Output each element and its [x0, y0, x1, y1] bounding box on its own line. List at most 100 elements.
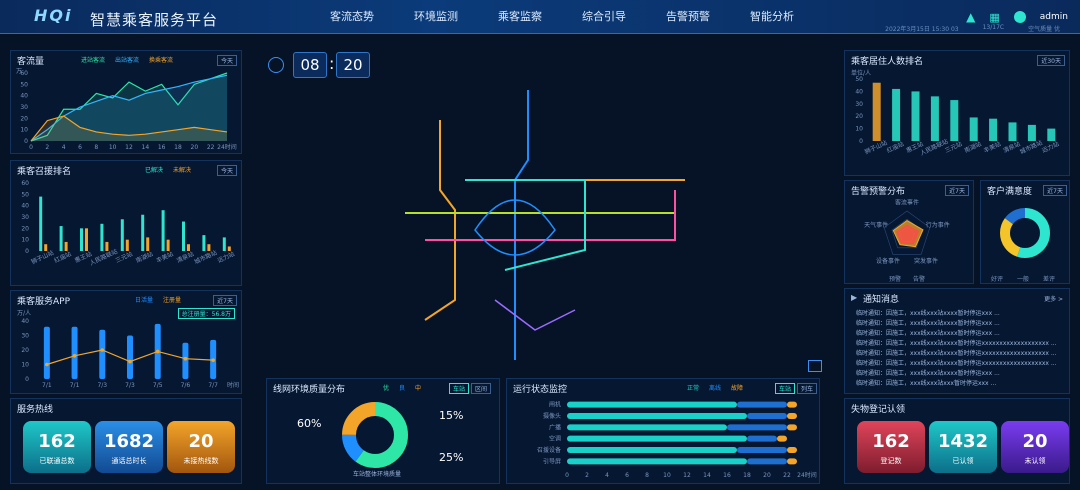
bar-0: [567, 458, 747, 465]
y-tick-label: 50: [20, 81, 28, 88]
radar-axis-label: 天气事件: [864, 221, 888, 229]
y-tick-label: 60: [20, 70, 28, 77]
stat-label: 已认领: [952, 457, 974, 465]
nav-item-analysis[interactable]: 智能分析: [730, 0, 814, 34]
app-panel: 乘客服务APP 日活量 注册量 近7天 总注册量：56.8万 万/人 0 10 20…: [10, 290, 242, 394]
lost-registered-card[interactable]: 162 登记数: [857, 421, 925, 473]
x-tick-label: 南湖站: [135, 250, 155, 265]
legend-offline: 离线: [709, 385, 722, 392]
x-tick-label: 7/7: [208, 382, 218, 389]
bar-unresolved: [227, 246, 231, 251]
hotline-duration-card[interactable]: 1682 通话总时长: [95, 421, 163, 473]
registered-point: [100, 348, 105, 352]
notice-item[interactable]: 临时通知：因施工，xxx线xxx站xxxx暂时停运xxx ...: [856, 328, 1000, 337]
more-link[interactable]: 更多 >: [1044, 294, 1063, 303]
legend-medium: 中: [415, 385, 422, 392]
stat-value: 162: [38, 431, 76, 452]
bar-0: [567, 401, 737, 408]
x-tick-label: 7/1: [42, 382, 52, 389]
bar-0: [567, 447, 737, 453]
stat-label: 通话总时长: [111, 457, 147, 465]
tab-station[interactable]: 车站: [449, 383, 470, 394]
tab-section[interactable]: 区间: [471, 383, 492, 394]
y-tick-label: 20: [21, 347, 29, 354]
notice-item[interactable]: 临时通知：因施工，xxx线xxx站xxxx暂时停运xxx ...: [856, 318, 1000, 327]
x-tick-label: 12: [125, 144, 133, 151]
nav-item-alarm[interactable]: 告警预警: [646, 0, 730, 34]
range-badge[interactable]: 近30天: [1037, 55, 1065, 66]
bar: [930, 96, 939, 141]
hotline-connected-card[interactable]: 162 已联通总数: [23, 421, 91, 473]
y-tick-label: 0: [25, 376, 29, 383]
range-badge[interactable]: 近7天: [213, 295, 237, 306]
nav-item-guide[interactable]: 综合引导: [562, 0, 646, 34]
notice-item[interactable]: 临时通知：因施工，xxx线xxx站xxxx暂时停运xxxxxxxxxxxxxxx…: [856, 338, 1057, 347]
y-tick-label: 40: [855, 88, 863, 95]
x-tick-label: 10: [109, 144, 117, 151]
notice-item[interactable]: 临时通知：因施工，xxx线xxx站xxxx暂时停运xxxxxxxxxxxxxxx…: [856, 348, 1057, 357]
row-label: 摄像头: [543, 412, 561, 420]
bar-daily-active: [182, 342, 189, 379]
metro-map[interactable]: [385, 70, 715, 370]
range-badge[interactable]: 今天: [216, 165, 237, 176]
bar-unresolved: [125, 239, 129, 251]
bar-resolved: [141, 214, 145, 251]
hotline-missed-card[interactable]: 20 未接热线数: [167, 421, 235, 473]
clock-hour: 08: [293, 52, 327, 78]
x-tick-label: 丰美站: [982, 140, 1002, 155]
nav-item-environment[interactable]: 环境监测: [394, 0, 478, 34]
y-tick-label: 10: [855, 126, 863, 133]
user-name[interactable]: admin: [1040, 12, 1068, 22]
x-tick-label: 18: [743, 472, 751, 479]
avatar[interactable]: [1013, 11, 1026, 23]
passenger-flow-panel: 客流量 进站客流 出站客流 换乘客流 今天 万 0 10 20 30 40 50 60 0 2 4 6…: [10, 50, 242, 154]
legend-label: 预警: [889, 275, 901, 283]
header-air: 空气质量 优: [1028, 26, 1060, 33]
lost-unclaimed-card[interactable]: 20 未认领: [1001, 421, 1069, 473]
bar-unresolved: [207, 244, 211, 251]
metro-line-purple: [494, 299, 576, 331]
clock-separator: :: [329, 54, 335, 73]
stat-label: 登记数: [880, 457, 902, 465]
bar-2: [787, 447, 797, 453]
megaphone-icon: ▶: [851, 293, 858, 302]
panel-title: 服务热线: [17, 405, 54, 415]
bar-daily-active: [127, 335, 133, 379]
notice-item[interactable]: 临时通知：因施工，xxx线xxx站xxxx暂时停运xxxxxxxxxxxxxxx…: [856, 358, 1057, 367]
row-label: 广播: [549, 423, 561, 431]
registered-point: [72, 354, 77, 358]
bar: [1047, 128, 1056, 141]
notice-item[interactable]: 临时通知：因施工，xxx线xxx站xxxx暂时停运xxx ...: [856, 308, 1000, 317]
bar-2: [787, 458, 797, 465]
legend-normal: 正常: [687, 385, 700, 392]
lost-claimed-card[interactable]: 1432 已认领: [929, 421, 997, 473]
bell-icon[interactable]: ▲: [966, 10, 975, 24]
notice-item[interactable]: 临时通知：因施工，xxx线xxx站xxx暂时停运xxx ...: [856, 378, 996, 387]
nav-item-flow[interactable]: 客流态势: [310, 0, 394, 34]
bar-2: [777, 435, 787, 442]
y-tick-label: 10: [20, 127, 28, 134]
nav-item-passenger[interactable]: 乘客监察: [478, 0, 562, 34]
fullscreen-icon[interactable]: [808, 360, 822, 372]
registered-point: [45, 362, 49, 367]
legend-label: 一般: [1017, 275, 1029, 283]
bar-unresolved: [85, 228, 88, 251]
x-tick-label: 0: [29, 144, 33, 151]
bar-unresolved: [44, 244, 48, 251]
registered-point: [155, 349, 160, 354]
x-tick-label: 红庙站: [885, 140, 905, 155]
row-label: 召援设备: [537, 446, 561, 454]
clock-icon: [268, 57, 284, 73]
x-tick-label: 远力站: [1041, 140, 1061, 155]
satisfaction-panel: 客户满意度 近7天 好评 一般 差评: [980, 180, 1070, 284]
x-tick-label: 4: [62, 144, 66, 151]
x-tick-label: 0: [565, 472, 569, 479]
legend-exit: 出站客流: [115, 57, 140, 64]
notice-item[interactable]: 临时通知：因施工，xxx线xxx站xxxx暂时停运xxx ...: [856, 368, 1000, 377]
radar-axis-label: 设备事件: [876, 257, 900, 265]
grid-icon[interactable]: ▦: [989, 11, 999, 24]
bar: [872, 82, 881, 141]
bar: [950, 100, 959, 141]
stat-label: 已联通总数: [39, 457, 75, 465]
header-date: 2022年3月15日 15:30 03: [885, 26, 959, 33]
